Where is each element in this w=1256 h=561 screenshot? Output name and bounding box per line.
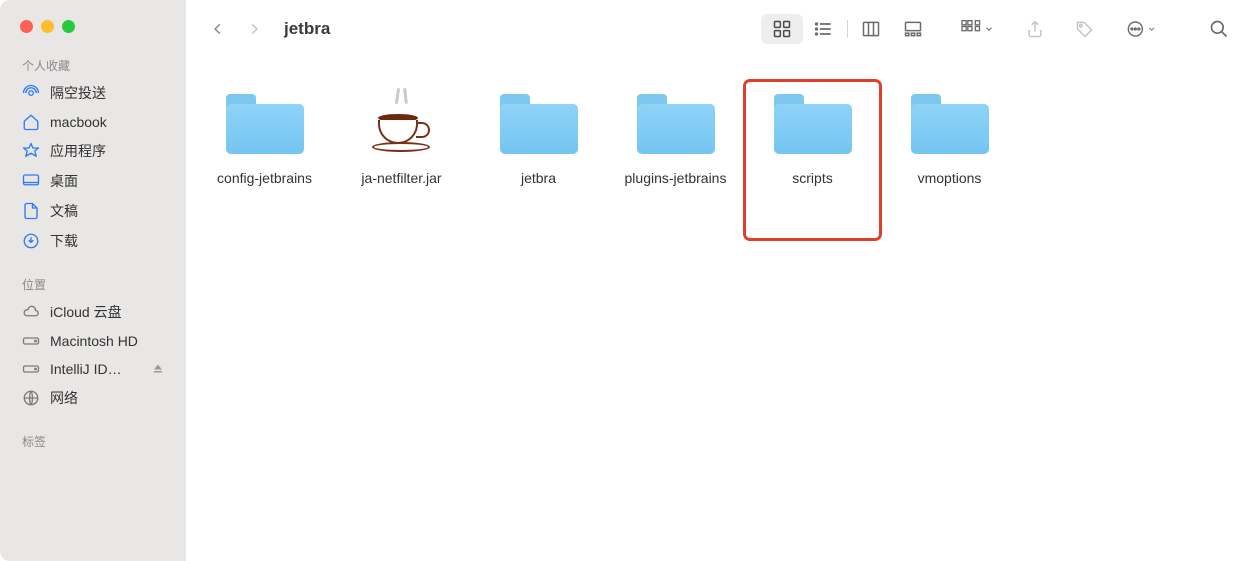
sidebar-item-icloud[interactable]: iCloud 云盘 [0, 297, 186, 327]
gallery-view-button[interactable] [892, 14, 934, 44]
window-controls [0, 20, 186, 51]
cloud-icon [22, 303, 40, 321]
sidebar-item-label: 下载 [50, 231, 78, 251]
folder-icon [774, 86, 852, 154]
group-by-button[interactable] [960, 19, 994, 39]
tags-button[interactable] [1070, 14, 1100, 44]
zoom-window-button[interactable] [62, 20, 75, 33]
disk-icon [22, 360, 40, 378]
file-label: config-jetbrains [217, 170, 312, 186]
file-grid[interactable]: config-jetbrains ja-netfilter.jar jetbra pl… [186, 58, 1256, 561]
disk-icon [22, 332, 40, 350]
file-item[interactable]: scripts [744, 80, 881, 240]
finder-window: 个人收藏 隔空投送 macbook 应用程序 桌面 文稿 下载 位置 iClo [0, 0, 1256, 561]
appstore-icon [22, 142, 40, 160]
file-label: plugins-jetbrains [625, 170, 727, 186]
sidebar-item-label: 网络 [50, 388, 78, 408]
chevron-down-icon [984, 24, 994, 34]
sidebar-item-label: IntelliJ ID… [50, 361, 122, 377]
sidebar-item-label: Macintosh HD [50, 333, 138, 349]
search-button[interactable] [1204, 14, 1234, 44]
desktop-icon [22, 172, 40, 190]
download-icon [22, 232, 40, 250]
column-view-button[interactable] [850, 14, 892, 44]
chevron-down-icon [1147, 24, 1156, 34]
back-button[interactable] [204, 15, 232, 43]
sidebar-item-macintosh-hd[interactable]: Macintosh HD [0, 327, 186, 355]
sidebar-section-header: 个人收藏 [0, 51, 186, 78]
sidebar-item-documents[interactable]: 文稿 [0, 196, 186, 226]
folder-icon [637, 86, 715, 154]
sidebar-item-label: 应用程序 [50, 141, 106, 161]
airdrop-icon [22, 84, 40, 102]
file-label: jetbra [521, 170, 556, 186]
file-label: scripts [792, 170, 832, 186]
file-item[interactable]: jetbra [470, 80, 607, 240]
folder-icon [226, 86, 304, 154]
action-menu-button[interactable] [1126, 14, 1156, 44]
list-view-button[interactable] [803, 14, 845, 44]
sidebar-item-home[interactable]: macbook [0, 108, 186, 136]
sidebar-item-label: iCloud 云盘 [50, 302, 122, 322]
sidebar-section-header: 位置 [0, 270, 186, 297]
divider [847, 20, 848, 38]
icon-view-button[interactable] [761, 14, 803, 44]
house-icon [22, 113, 40, 131]
sidebar-item-downloads[interactable]: 下载 [0, 226, 186, 256]
sidebar-item-airdrop[interactable]: 隔空投送 [0, 78, 186, 108]
toolbar: jetbra [186, 0, 1256, 58]
sidebar-item-desktop[interactable]: 桌面 [0, 166, 186, 196]
folder-icon [500, 86, 578, 154]
forward-button[interactable] [240, 15, 268, 43]
file-item[interactable]: vmoptions [881, 80, 1018, 240]
file-label: ja-netfilter.jar [361, 170, 441, 186]
sidebar-item-label: 隔空投送 [50, 83, 106, 103]
share-button[interactable] [1020, 14, 1050, 44]
sidebar-item-label: macbook [50, 114, 107, 130]
sidebar-item-label: 桌面 [50, 171, 78, 191]
doc-icon [22, 202, 40, 220]
window-title: jetbra [284, 19, 330, 39]
jar-icon [363, 86, 441, 154]
folder-icon [911, 86, 989, 154]
sidebar: 个人收藏 隔空投送 macbook 应用程序 桌面 文稿 下载 位置 iClo [0, 0, 186, 561]
sidebar-item-label: 文稿 [50, 201, 78, 221]
file-label: vmoptions [918, 170, 982, 186]
sidebar-item-applications[interactable]: 应用程序 [0, 136, 186, 166]
view-mode-segment [761, 14, 934, 44]
file-item[interactable]: config-jetbrains [196, 80, 333, 240]
file-item[interactable]: plugins-jetbrains [607, 80, 744, 240]
minimize-window-button[interactable] [41, 20, 54, 33]
globe-icon [22, 389, 40, 407]
sidebar-item-intellij[interactable]: IntelliJ ID… [0, 355, 186, 383]
file-item[interactable]: ja-netfilter.jar [333, 80, 470, 240]
sidebar-item-network[interactable]: 网络 [0, 383, 186, 413]
main-pane: jetbra config-jetbrainsja-netfilter. [186, 0, 1256, 561]
sidebar-section-header: 标签 [0, 427, 186, 454]
eject-icon[interactable] [152, 363, 164, 375]
close-window-button[interactable] [20, 20, 33, 33]
